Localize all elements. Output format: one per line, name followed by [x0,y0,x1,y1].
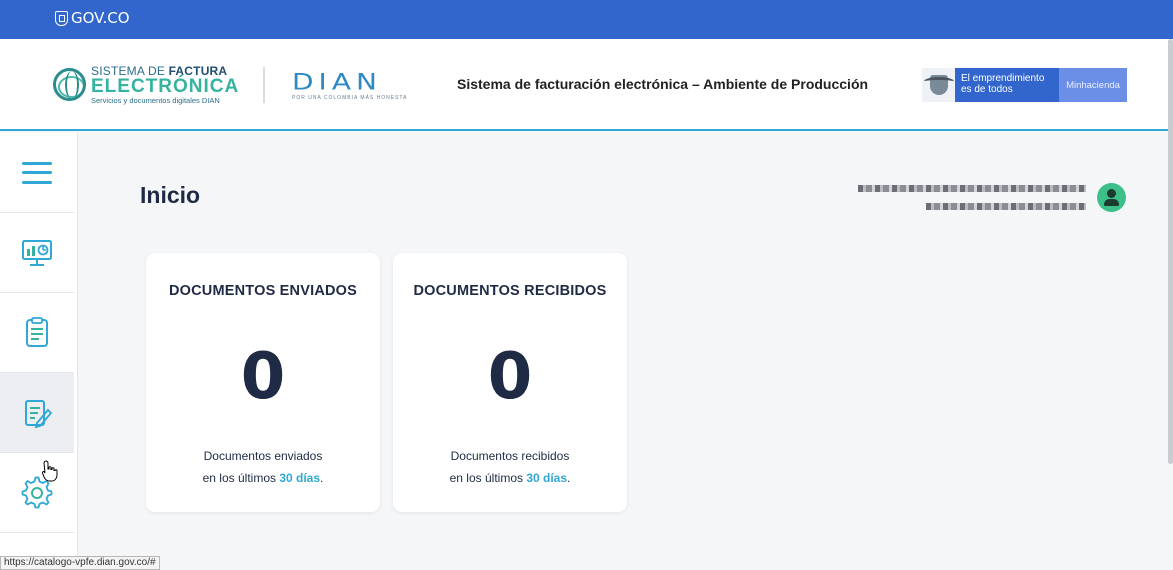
status-bar-url: https://catalogo-vpfe.dian.gov.co/# [0,556,160,570]
brand-line3: Servicios y documentos digitales DIAN [91,96,220,105]
card-documentos-enviados[interactable]: DOCUMENTOS ENVIADOS 0 Documentos enviado… [146,253,380,512]
brand-line2: ELECTRÓNICA [91,76,240,97]
card-title: DOCUMENTOS ENVIADOS [168,283,358,299]
sidebar-menu-toggle[interactable] [0,133,74,213]
ministry-slogan: El emprendimiento es de todos [955,68,1059,102]
ministry-name: Minhacienda [1059,68,1127,102]
card-desc-line1: Documentos recibidos [450,449,570,463]
gov-top-bar: GOV.CO [0,0,1173,39]
card-description: Documentos enviados en los últimos 30 dí… [146,445,380,489]
card-desc-prefix: en los últimos [202,471,280,485]
card-desc-prefix: en los últimos [449,471,527,485]
document-edit-icon [25,399,53,428]
card-desc-line1: Documentos enviados [203,449,323,463]
card-description: Documentos recibidos en los últimos 30 d… [393,445,627,489]
gov-shield-icon [55,10,68,26]
redacted-user-id [926,203,1086,210]
gov-co-logo[interactable]: GOV.CO [55,9,130,27]
dashboard-monitor-icon [22,239,52,266]
dian-tagline: POR UNA COLOMBIA MÁS HONESTA [292,95,408,101]
header-title: Sistema de facturación electrónica – Amb… [457,76,869,92]
site-header: SISTEMA DE FACTURA ELECTRÓNICA Servicios… [0,39,1173,131]
sidebar-item-dashboard[interactable] [0,213,74,293]
sidebar [0,133,78,570]
brand-divider [263,67,265,103]
factura-electronica-logo[interactable]: SISTEMA DE FACTURA ELECTRÓNICA Servicios… [53,65,239,105]
gov-co-text: GOV.CO [71,9,130,27]
sidebar-item-documents[interactable] [0,293,74,373]
dian-wordmark: DIAN [292,68,382,95]
redacted-user-name [858,185,1086,192]
menu-icon [22,161,52,184]
minhacienda-banner[interactable]: El emprendimiento es de todos Minhaciend… [922,68,1127,102]
page-scrollbar[interactable] [1168,39,1173,464]
hand-pointer-cursor-icon [42,460,58,482]
card-desc-highlight: 30 días [279,471,321,485]
card-desc-suffix: . [567,471,571,485]
user-avatar[interactable] [1097,183,1126,212]
globe-logo-icon [53,68,86,102]
dian-logo[interactable]: DIAN POR UNA COLOMBIA MÁS HONESTA [292,71,407,101]
card-title: DOCUMENTOS RECIBIDOS [413,283,607,299]
colombia-crest-icon [922,68,955,102]
card-documentos-recibidos[interactable]: DOCUMENTOS RECIBIDOS 0 Documentos recibi… [393,253,627,512]
sidebar-item-settings[interactable] [0,453,74,533]
card-count: 0 [240,340,286,414]
card-count: 0 [487,340,533,414]
sidebar-item-document-edit[interactable] [0,373,74,453]
page-title: Inicio [140,182,201,208]
card-desc-highlight: 30 días [526,471,568,485]
card-desc-suffix: . [320,471,324,485]
document-list-icon [26,316,48,347]
